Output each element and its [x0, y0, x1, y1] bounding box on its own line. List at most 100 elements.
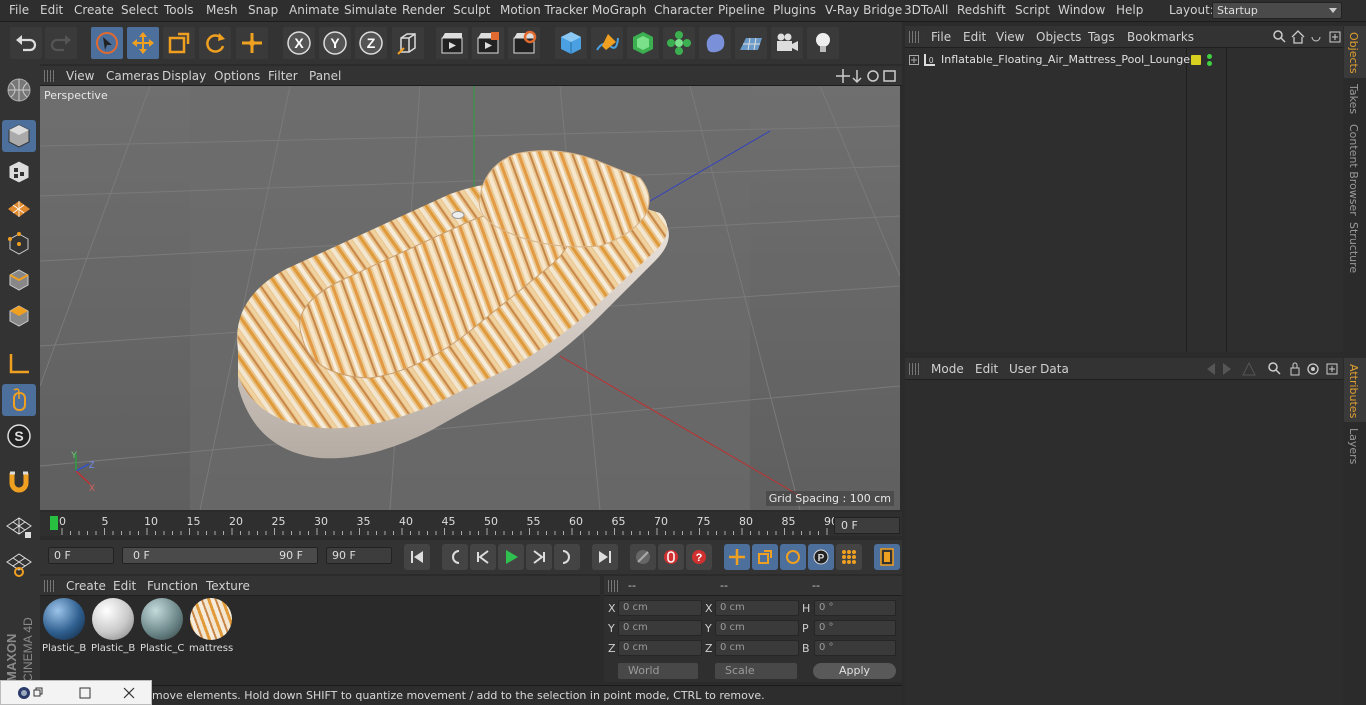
- cube-button[interactable]: [555, 27, 587, 59]
- viewport[interactable]: Y Z X Perspective Grid Spacing : 100 cm: [40, 86, 900, 510]
- attributes-nav-icons[interactable]: [1201, 361, 1341, 377]
- layer-tag-icon[interactable]: [1191, 55, 1201, 65]
- objects-menu-view[interactable]: View: [996, 30, 1024, 44]
- magnet-button[interactable]: [2, 466, 36, 498]
- layout-dropdown[interactable]: Startup: [1212, 2, 1342, 19]
- attributes-menu-edit[interactable]: Edit: [975, 362, 998, 376]
- menu-script[interactable]: Script: [1015, 3, 1050, 17]
- objects-menu-tags[interactable]: Tags: [1088, 30, 1115, 44]
- tab-attributes[interactable]: Attributes: [1347, 364, 1360, 418]
- object-name[interactable]: Inflatable_Floating_Air_Mattress_Pool_Lo…: [941, 53, 1195, 66]
- menu-window[interactable]: Window: [1058, 3, 1105, 17]
- editor-visibility-dot[interactable]: [1207, 54, 1212, 59]
- next-key-button[interactable]: [554, 544, 580, 570]
- coord-mode-dropdown[interactable]: Scale: [715, 663, 797, 679]
- objects-menu-edit[interactable]: Edit: [963, 30, 986, 44]
- workplane-button[interactable]: [2, 192, 36, 224]
- material-menu-texture[interactable]: Texture: [206, 579, 250, 593]
- prev-key-button[interactable]: [442, 544, 468, 570]
- menu-select[interactable]: Select: [121, 3, 158, 17]
- key-param-button[interactable]: P: [808, 544, 834, 570]
- menu-render[interactable]: Render: [402, 3, 445, 17]
- grip-icon[interactable]: [44, 580, 56, 592]
- cloner-button[interactable]: [663, 27, 695, 59]
- y-axis-button[interactable]: Y: [319, 27, 351, 59]
- menu-help[interactable]: Help: [1116, 3, 1143, 17]
- objects-menu-bookmarks[interactable]: Bookmarks: [1127, 30, 1194, 44]
- menu-edit[interactable]: Edit: [40, 3, 63, 17]
- menu-plugins[interactable]: Plugins: [773, 3, 816, 17]
- expand-icon[interactable]: [909, 55, 919, 65]
- snap-settings-button[interactable]: S: [2, 420, 36, 452]
- menu-file[interactable]: File: [9, 3, 29, 17]
- timeline-ruler[interactable]: 0 5 10 15 20 25 30 35 40 45 50 55 60 65 70 75 80 85 90: [40, 512, 902, 536]
- render-visibility-dot[interactable]: [1207, 61, 1212, 66]
- menu-character[interactable]: Character: [654, 3, 713, 17]
- grip-icon[interactable]: [608, 580, 620, 592]
- subdivision-button[interactable]: [627, 27, 659, 59]
- key-scale-button[interactable]: [752, 544, 778, 570]
- key-rotation-button[interactable]: [780, 544, 806, 570]
- grip-icon[interactable]: [909, 363, 921, 375]
- material-item[interactable]: Plastic_B: [42, 598, 86, 654]
- key-position-button[interactable]: [724, 544, 750, 570]
- pos-z-field[interactable]: 0 cm: [618, 640, 702, 656]
- menu-simulate[interactable]: Simulate: [344, 3, 397, 17]
- autokey-button[interactable]: [658, 544, 684, 570]
- coord-space-dropdown[interactable]: World: [618, 663, 698, 679]
- menu-snap[interactable]: Snap: [248, 3, 278, 17]
- size-z-field[interactable]: 0 cm: [715, 640, 799, 656]
- rot-b-field[interactable]: 0 °: [814, 640, 896, 656]
- quantize-button[interactable]: [2, 548, 36, 580]
- move-tool-button[interactable]: [127, 27, 159, 59]
- play-button[interactable]: [498, 544, 524, 570]
- size-x-field[interactable]: 0 cm: [715, 600, 799, 616]
- objects-menu-file[interactable]: File: [931, 30, 951, 44]
- viewport-nav-icons[interactable]: [835, 68, 899, 84]
- tab-layers[interactable]: Layers: [1347, 428, 1360, 464]
- material-menu-function[interactable]: Function: [147, 579, 198, 593]
- grid-snap-button[interactable]: [2, 510, 36, 542]
- select-tool-button[interactable]: [91, 27, 123, 59]
- material-item[interactable]: Plastic_B: [91, 598, 135, 654]
- texture-mode-button[interactable]: [2, 156, 36, 188]
- record-keys-button[interactable]: [630, 544, 656, 570]
- key-pla-button[interactable]: [836, 544, 862, 570]
- tweak-mode-button[interactable]: [2, 384, 36, 416]
- deformer-button[interactable]: [699, 27, 731, 59]
- menu-mograph[interactable]: MoGraph: [592, 3, 647, 17]
- model-mode-button[interactable]: [2, 120, 36, 152]
- viewport-menu-view[interactable]: View: [66, 69, 94, 83]
- attributes-menu-user-data[interactable]: User Data: [1009, 362, 1069, 376]
- tab-takes[interactable]: Takes: [1347, 84, 1360, 114]
- axis-mode-button[interactable]: [2, 348, 36, 380]
- render-active-button[interactable]: [472, 27, 504, 59]
- x-axis-button[interactable]: X: [283, 27, 315, 59]
- viewport-scene[interactable]: Y Z X: [40, 86, 900, 510]
- menu-animate[interactable]: Animate: [289, 3, 339, 17]
- menu-motion-tracker[interactable]: Motion Tracker: [500, 3, 588, 17]
- grip-icon[interactable]: [909, 31, 921, 43]
- redo-button[interactable]: [45, 27, 77, 59]
- live-select-button[interactable]: [236, 27, 268, 59]
- frame-range-slider[interactable]: 0 F 90 F: [122, 547, 318, 564]
- goto-start-button[interactable]: [404, 544, 430, 570]
- objects-menu-objects[interactable]: Objects: [1036, 30, 1081, 44]
- menu-sculpt[interactable]: Sculpt: [453, 3, 490, 17]
- attributes-menu-mode[interactable]: Mode: [931, 362, 964, 376]
- material-menu-create[interactable]: Create: [66, 579, 106, 593]
- rot-h-field[interactable]: 0 °: [814, 600, 896, 616]
- floor-button[interactable]: [735, 27, 767, 59]
- viewport-menu-cameras[interactable]: Cameras: [106, 69, 159, 83]
- next-frame-button[interactable]: [526, 544, 552, 570]
- grip-icon[interactable]: [44, 70, 56, 82]
- scale-tool-button[interactable]: [163, 27, 195, 59]
- material-item[interactable]: mattress: [189, 598, 233, 654]
- minimized-window[interactable]: [0, 680, 152, 705]
- tab-structure[interactable]: Structure: [1347, 222, 1360, 273]
- menu-mesh[interactable]: Mesh: [206, 3, 238, 17]
- close-icon[interactable]: [123, 687, 135, 699]
- z-axis-button[interactable]: Z: [355, 27, 387, 59]
- goto-end-button[interactable]: [592, 544, 618, 570]
- menu-3dtoall[interactable]: 3DToAll: [904, 3, 948, 17]
